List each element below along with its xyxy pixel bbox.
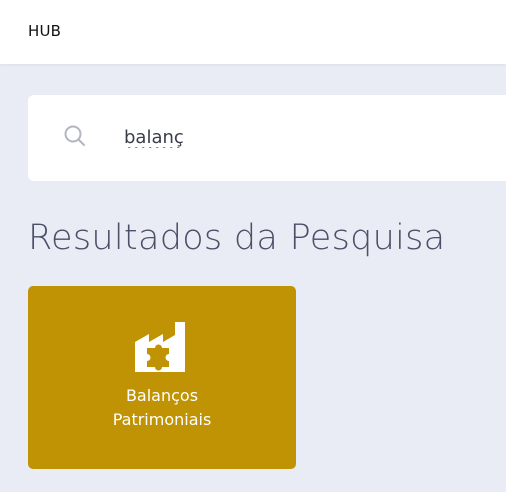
factory-puzzle-icon xyxy=(133,320,191,374)
brand-label[interactable]: HUB xyxy=(28,22,61,40)
page-title: Resultados da Pesquisa xyxy=(28,218,446,258)
result-card-balancos-patrimoniais[interactable]: Balanços Patrimoniais xyxy=(28,286,296,469)
search-icon xyxy=(62,123,90,151)
top-bar: HUB xyxy=(0,0,506,64)
search-input[interactable] xyxy=(124,121,464,153)
result-card-label: Balanços Patrimoniais xyxy=(112,386,212,429)
search-box[interactable] xyxy=(28,95,506,181)
